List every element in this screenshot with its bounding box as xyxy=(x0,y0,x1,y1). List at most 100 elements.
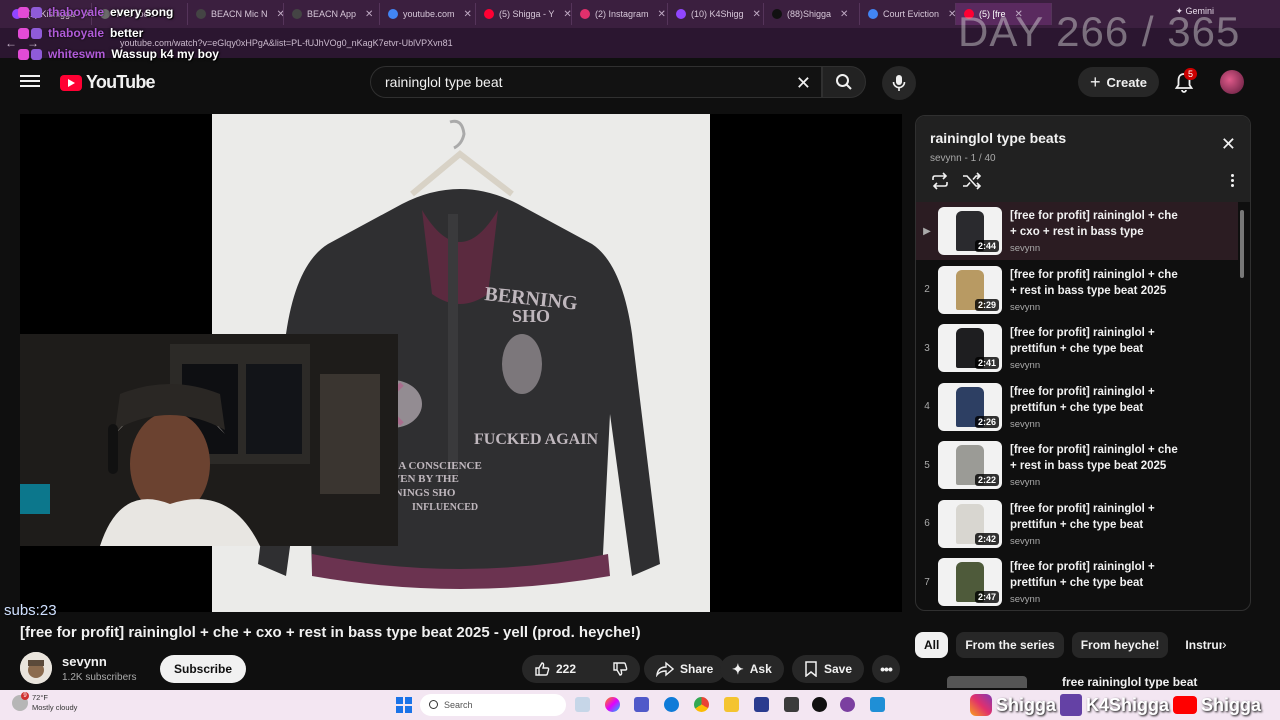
obs-icon[interactable] xyxy=(812,697,827,712)
share-button[interactable]: Share xyxy=(644,655,726,683)
chat-message: whiteswm Wassup k4 my boy xyxy=(18,44,219,65)
playlist-item[interactable]: 3 2:41 [free for profit] raininglol + pret… xyxy=(916,319,1238,377)
chrome-icon[interactable] xyxy=(694,697,709,712)
more-actions-button[interactable]: ••• xyxy=(872,655,900,683)
microphone-icon xyxy=(892,75,906,91)
copilot-icon[interactable] xyxy=(605,697,620,712)
account-avatar[interactable] xyxy=(1220,70,1244,94)
tab-close-icon[interactable]: ✕ xyxy=(948,9,955,20)
playlist-item-title: [free for profit] raininglol + prettifun… xyxy=(1010,502,1155,531)
playlist-scrollbar[interactable] xyxy=(1240,210,1244,278)
tab-close-icon[interactable]: ✕ xyxy=(840,9,848,20)
next-video-title[interactable]: free raininglol type beat xyxy=(1062,675,1197,689)
more-vertical-icon[interactable] xyxy=(1231,174,1234,187)
search-button[interactable] xyxy=(822,66,866,98)
tab-close-icon[interactable]: ✕ xyxy=(658,9,666,20)
video-player[interactable]: BERNING SHO FUCKED AGAIN GOT A CONSCIENC… xyxy=(20,114,902,612)
edge-icon[interactable] xyxy=(664,697,679,712)
taskbar-search[interactable]: Search xyxy=(420,694,566,716)
terminal-icon[interactable] xyxy=(784,697,799,712)
loop-icon[interactable] xyxy=(930,172,950,190)
browser-tab[interactable]: (10) K4Shigg ✕ xyxy=(668,3,764,25)
teams-icon[interactable] xyxy=(634,697,649,712)
playlist-item-meta: [free for profit] raininglol + che + cxo… xyxy=(1010,208,1180,254)
playlist-item-meta: [free for profit] raininglol + prettifun… xyxy=(1010,559,1180,605)
playlist-item[interactable]: ▶ 2:44 [free for profit] raininglol + che … xyxy=(916,202,1238,260)
video-duration: 2:26 xyxy=(974,415,999,428)
tab-close-icon[interactable]: ✕ xyxy=(277,9,283,20)
twitch-icon xyxy=(1060,694,1083,716)
app-icon[interactable] xyxy=(870,697,885,712)
playlist-item-index: 3 xyxy=(924,342,930,354)
ask-button[interactable]: ✦ Ask xyxy=(720,655,784,683)
dislike-button[interactable] xyxy=(600,655,640,683)
browser-tab[interactable]: BEACN App ✕ xyxy=(284,3,380,25)
playlist-item-meta: [free for profit] raininglol + prettifun… xyxy=(1010,384,1180,430)
close-icon[interactable]: ✕ xyxy=(1221,134,1236,155)
browser-tab[interactable]: (88)Shigga ✕ xyxy=(764,3,860,25)
filter-chip[interactable]: From heyche! xyxy=(1071,632,1169,658)
playlist-item-meta: [free for profit] raininglol + che + res… xyxy=(1010,267,1180,313)
chat-message: thaboyale better xyxy=(18,23,219,44)
playlist-item-channel: sevynn xyxy=(1010,243,1041,254)
playlist-item[interactable]: 4 2:26 [free for profit] raininglol + pret… xyxy=(916,378,1238,436)
subscribe-button[interactable]: Subscribe xyxy=(160,655,247,683)
playlist-item-channel: sevynn xyxy=(1010,594,1041,605)
playlist-item[interactable]: 2 2:29 [free for profit] raininglol + che … xyxy=(916,261,1238,319)
file-explorer-icon[interactable] xyxy=(724,697,739,712)
shuffle-icon[interactable] xyxy=(962,172,982,190)
social-handles-overlay: Shigga K4Shigga Shigga xyxy=(970,690,1261,720)
filter-chip[interactable]: Instrum xyxy=(1176,632,1222,658)
taskview-icon[interactable] xyxy=(575,697,590,712)
chat-text: every song xyxy=(110,5,174,19)
clear-search-icon[interactable]: ✕ xyxy=(796,73,811,94)
like-button[interactable]: 222 xyxy=(522,655,588,683)
chat-text: Wassup k4 my boy xyxy=(111,47,219,61)
browser-tab[interactable]: Court Eviction ✕ xyxy=(860,3,956,25)
channel-avatar[interactable] xyxy=(20,652,52,684)
playlist-item-channel: sevynn xyxy=(1010,477,1041,488)
playlist-item[interactable]: 7 2:47 [free for profit] raininglol + pret… xyxy=(916,553,1238,610)
tab-close-icon[interactable]: ✕ xyxy=(563,9,571,20)
filter-chip[interactable]: All xyxy=(915,632,949,658)
menu-icon[interactable] xyxy=(20,72,40,92)
playlist-item-title: [free for profit] raininglol + prettifun… xyxy=(1010,385,1155,414)
save-button[interactable]: Save xyxy=(792,655,865,683)
shirt-text-3: FUCKED AGAIN xyxy=(474,431,598,448)
playlist-title[interactable]: raininglol type beats xyxy=(930,130,1066,146)
notification-count-badge: 5 xyxy=(1184,68,1198,80)
playlist-item-index: 4 xyxy=(924,401,930,412)
day-counter: DAY 266 / 365 xyxy=(958,8,1241,55)
chat-badge-icon xyxy=(31,28,42,39)
browser-tab[interactable]: (2) Instagram ✕ xyxy=(572,3,668,25)
share-label: Share xyxy=(680,662,714,676)
video-duration: 2:22 xyxy=(974,474,999,486)
search-input[interactable] xyxy=(371,67,821,97)
voice-search-button[interactable] xyxy=(882,66,916,100)
channel-name[interactable]: sevynn xyxy=(62,654,107,669)
store-icon[interactable] xyxy=(754,697,769,712)
playlist-panel: raininglol type beats sevynn - 1 / 40 ✕ … xyxy=(915,115,1251,611)
chevron-right-icon[interactable]: › xyxy=(1222,636,1227,652)
browser-icon[interactable] xyxy=(840,697,855,712)
next-video-thumbnail[interactable] xyxy=(947,676,1027,688)
playlist-item-channel: sevynn xyxy=(1010,535,1041,547)
youtube-handle: Shigga xyxy=(1201,694,1262,715)
browser-tab[interactable]: (5) Shigga - Y ✕ xyxy=(476,3,572,25)
filter-chip[interactable]: From the series xyxy=(956,632,1064,658)
tab-label: (10) K4Shigg xyxy=(691,9,744,19)
playlist-item[interactable]: 6 2:42 [free for profit] raininglol + pret… xyxy=(916,495,1238,553)
browser-tab[interactable]: youtube.com ✕ xyxy=(380,3,476,25)
playlist-item[interactable]: 5 2:22 [free for profit] raininglol + che … xyxy=(916,436,1238,494)
playlist-item-title: [free for profit] raininglol + che + res… xyxy=(1010,268,1178,297)
create-button[interactable]: + Create xyxy=(1078,67,1159,97)
weather-widget[interactable]: 72°F Mostly cloudy xyxy=(32,693,77,713)
tab-close-icon[interactable]: ✕ xyxy=(464,9,472,20)
windows-start-icon[interactable] xyxy=(396,697,412,713)
tab-close-icon[interactable]: ✕ xyxy=(365,9,373,20)
tab-close-icon[interactable]: ✕ xyxy=(753,9,761,20)
webcam-feed xyxy=(20,334,398,546)
webcam-overlay xyxy=(20,334,398,546)
chat-username: thaboyale xyxy=(48,26,105,40)
youtube-logo[interactable]: YouTube xyxy=(60,72,156,93)
